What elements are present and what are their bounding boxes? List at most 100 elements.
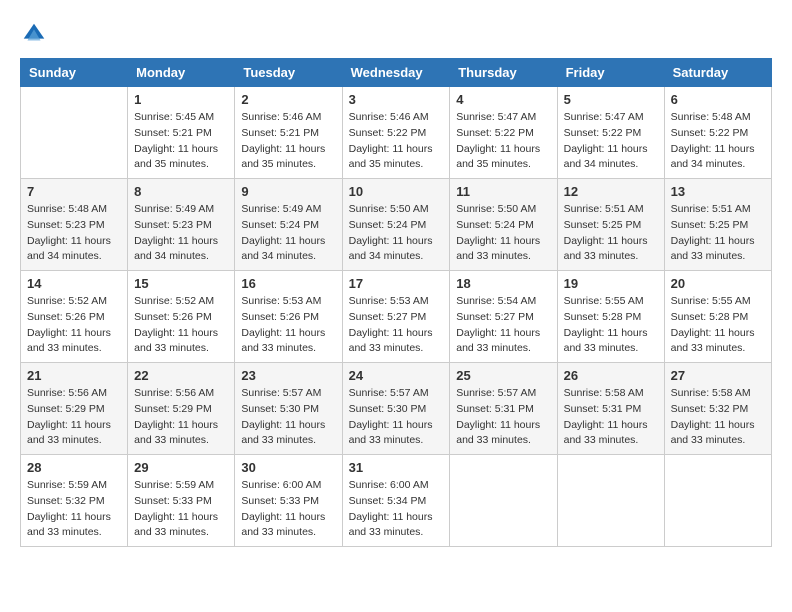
day-number: 29: [134, 460, 228, 475]
day-info: Sunrise: 5:55 AM Sunset: 5:28 PM Dayligh…: [671, 294, 765, 357]
calendar-cell: 23 Sunrise: 5:57 AM Sunset: 5:30 PM Dayli…: [235, 363, 342, 455]
day-header-thursday: Thursday: [450, 59, 557, 87]
day-number: 11: [456, 184, 550, 199]
calendar-cell: 29 Sunrise: 5:59 AM Sunset: 5:33 PM Dayli…: [128, 455, 235, 547]
calendar-cell: 10Sunrise: 5:50 AM Sunset: 5:24 PM Dayli…: [342, 179, 450, 271]
calendar-cell: 1 Sunrise: 5:45 AM Sunset: 5:21 PM Daylig…: [128, 87, 235, 179]
calendar-cell: 20Sunrise: 5:55 AM Sunset: 5:28 PM Dayli…: [664, 271, 771, 363]
day-info: Sunrise: 5:51 AM Sunset: 5:25 PM Dayligh…: [564, 202, 658, 265]
day-info: Sunrise: 5:49 AM Sunset: 5:24 PM Dayligh…: [241, 202, 335, 265]
calendar-cell: 16 Sunrise: 5:53 AM Sunset: 5:26 PM Dayli…: [235, 271, 342, 363]
calendar-cell: 19Sunrise: 5:55 AM Sunset: 5:28 PM Dayli…: [557, 271, 664, 363]
calendar-cell: 31 Sunrise: 6:00 AM Sunset: 5:34 PM Dayli…: [342, 455, 450, 547]
calendar-cell: 4 Sunrise: 5:47 AM Sunset: 5:22 PM Daylig…: [450, 87, 557, 179]
calendar-cell: 27 Sunrise: 5:58 AM Sunset: 5:32 PM Dayli…: [664, 363, 771, 455]
calendar-week-4: 21 Sunrise: 5:56 AM Sunset: 5:29 PM Dayli…: [21, 363, 772, 455]
day-number: 8: [134, 184, 228, 199]
calendar-cell: [557, 455, 664, 547]
day-number: 22: [134, 368, 228, 383]
calendar-header-row: SundayMondayTuesdayWednesdayThursdayFrid…: [21, 59, 772, 87]
day-info: Sunrise: 6:00 AM Sunset: 5:33 PM Dayligh…: [241, 478, 335, 541]
day-info: Sunrise: 5:57 AM Sunset: 5:30 PM Dayligh…: [349, 386, 444, 449]
calendar-cell: 6Sunrise: 5:48 AM Sunset: 5:22 PM Daylig…: [664, 87, 771, 179]
day-number: 30: [241, 460, 335, 475]
calendar-cell: [21, 87, 128, 179]
day-info: Sunrise: 6:00 AM Sunset: 5:34 PM Dayligh…: [349, 478, 444, 541]
calendar-week-3: 14 Sunrise: 5:52 AM Sunset: 5:26 PM Dayli…: [21, 271, 772, 363]
day-number: 27: [671, 368, 765, 383]
day-header-sunday: Sunday: [21, 59, 128, 87]
day-number: 28: [27, 460, 121, 475]
calendar-cell: 21Sunrise: 5:56 AM Sunset: 5:29 PM Dayli…: [21, 363, 128, 455]
day-number: 26: [564, 368, 658, 383]
calendar-cell: 3 Sunrise: 5:46 AM Sunset: 5:22 PM Daylig…: [342, 87, 450, 179]
day-number: 15: [134, 276, 228, 291]
day-number: 12: [564, 184, 658, 199]
calendar-cell: 11 Sunrise: 5:50 AM Sunset: 5:24 PM Dayli…: [450, 179, 557, 271]
day-number: 24: [349, 368, 444, 383]
day-header-friday: Friday: [557, 59, 664, 87]
day-number: 17: [349, 276, 444, 291]
calendar-cell: 28Sunrise: 5:59 AM Sunset: 5:32 PM Dayli…: [21, 455, 128, 547]
day-info: Sunrise: 5:48 AM Sunset: 5:23 PM Dayligh…: [27, 202, 121, 265]
day-header-wednesday: Wednesday: [342, 59, 450, 87]
calendar-table: SundayMondayTuesdayWednesdayThursdayFrid…: [20, 58, 772, 547]
calendar-week-2: 7 Sunrise: 5:48 AM Sunset: 5:23 PM Daylig…: [21, 179, 772, 271]
day-number: 7: [27, 184, 121, 199]
calendar-cell: 12 Sunrise: 5:51 AM Sunset: 5:25 PM Dayli…: [557, 179, 664, 271]
day-number: 5: [564, 92, 658, 107]
day-info: Sunrise: 5:46 AM Sunset: 5:22 PM Dayligh…: [349, 110, 444, 173]
day-number: 3: [349, 92, 444, 107]
day-number: 14: [27, 276, 121, 291]
logo-icon: [20, 20, 48, 48]
day-header-monday: Monday: [128, 59, 235, 87]
day-info: Sunrise: 5:50 AM Sunset: 5:24 PM Dayligh…: [456, 202, 550, 265]
day-header-saturday: Saturday: [664, 59, 771, 87]
calendar-cell: 25 Sunrise: 5:57 AM Sunset: 5:31 PM Dayli…: [450, 363, 557, 455]
calendar-cell: 2Sunrise: 5:46 AM Sunset: 5:21 PM Daylig…: [235, 87, 342, 179]
day-number: 1: [134, 92, 228, 107]
day-info: Sunrise: 5:54 AM Sunset: 5:27 PM Dayligh…: [456, 294, 550, 357]
day-header-tuesday: Tuesday: [235, 59, 342, 87]
calendar-cell: 26 Sunrise: 5:58 AM Sunset: 5:31 PM Dayli…: [557, 363, 664, 455]
day-info: Sunrise: 5:53 AM Sunset: 5:26 PM Dayligh…: [241, 294, 335, 357]
day-number: 18: [456, 276, 550, 291]
calendar-cell: 14 Sunrise: 5:52 AM Sunset: 5:26 PM Dayli…: [21, 271, 128, 363]
day-info: Sunrise: 5:55 AM Sunset: 5:28 PM Dayligh…: [564, 294, 658, 357]
calendar-week-5: 28Sunrise: 5:59 AM Sunset: 5:32 PM Dayli…: [21, 455, 772, 547]
calendar-week-1: 1 Sunrise: 5:45 AM Sunset: 5:21 PM Daylig…: [21, 87, 772, 179]
day-info: Sunrise: 5:59 AM Sunset: 5:33 PM Dayligh…: [134, 478, 228, 541]
calendar-cell: 15 Sunrise: 5:52 AM Sunset: 5:26 PM Dayli…: [128, 271, 235, 363]
day-info: Sunrise: 5:57 AM Sunset: 5:30 PM Dayligh…: [241, 386, 335, 449]
day-number: 13: [671, 184, 765, 199]
day-number: 31: [349, 460, 444, 475]
day-info: Sunrise: 5:57 AM Sunset: 5:31 PM Dayligh…: [456, 386, 550, 449]
day-info: Sunrise: 5:49 AM Sunset: 5:23 PM Dayligh…: [134, 202, 228, 265]
calendar-cell: 8 Sunrise: 5:49 AM Sunset: 5:23 PM Daylig…: [128, 179, 235, 271]
logo: [20, 20, 52, 48]
calendar-cell: 17Sunrise: 5:53 AM Sunset: 5:27 PM Dayli…: [342, 271, 450, 363]
day-number: 21: [27, 368, 121, 383]
day-info: Sunrise: 5:58 AM Sunset: 5:32 PM Dayligh…: [671, 386, 765, 449]
day-info: Sunrise: 5:56 AM Sunset: 5:29 PM Dayligh…: [134, 386, 228, 449]
calendar-cell: [450, 455, 557, 547]
calendar-cell: 9 Sunrise: 5:49 AM Sunset: 5:24 PM Daylig…: [235, 179, 342, 271]
day-number: 4: [456, 92, 550, 107]
day-number: 2: [241, 92, 335, 107]
day-number: 25: [456, 368, 550, 383]
day-number: 10: [349, 184, 444, 199]
day-number: 9: [241, 184, 335, 199]
day-number: 23: [241, 368, 335, 383]
calendar-cell: 18 Sunrise: 5:54 AM Sunset: 5:27 PM Dayli…: [450, 271, 557, 363]
day-info: Sunrise: 5:45 AM Sunset: 5:21 PM Dayligh…: [134, 110, 228, 173]
calendar-body: 1 Sunrise: 5:45 AM Sunset: 5:21 PM Daylig…: [21, 87, 772, 547]
day-info: Sunrise: 5:48 AM Sunset: 5:22 PM Dayligh…: [671, 110, 765, 173]
calendar-cell: 13Sunrise: 5:51 AM Sunset: 5:25 PM Dayli…: [664, 179, 771, 271]
day-info: Sunrise: 5:52 AM Sunset: 5:26 PM Dayligh…: [27, 294, 121, 357]
day-number: 16: [241, 276, 335, 291]
calendar-cell: 30 Sunrise: 6:00 AM Sunset: 5:33 PM Dayli…: [235, 455, 342, 547]
calendar-cell: 22 Sunrise: 5:56 AM Sunset: 5:29 PM Dayli…: [128, 363, 235, 455]
day-info: Sunrise: 5:52 AM Sunset: 5:26 PM Dayligh…: [134, 294, 228, 357]
day-info: Sunrise: 5:58 AM Sunset: 5:31 PM Dayligh…: [564, 386, 658, 449]
day-info: Sunrise: 5:47 AM Sunset: 5:22 PM Dayligh…: [456, 110, 550, 173]
